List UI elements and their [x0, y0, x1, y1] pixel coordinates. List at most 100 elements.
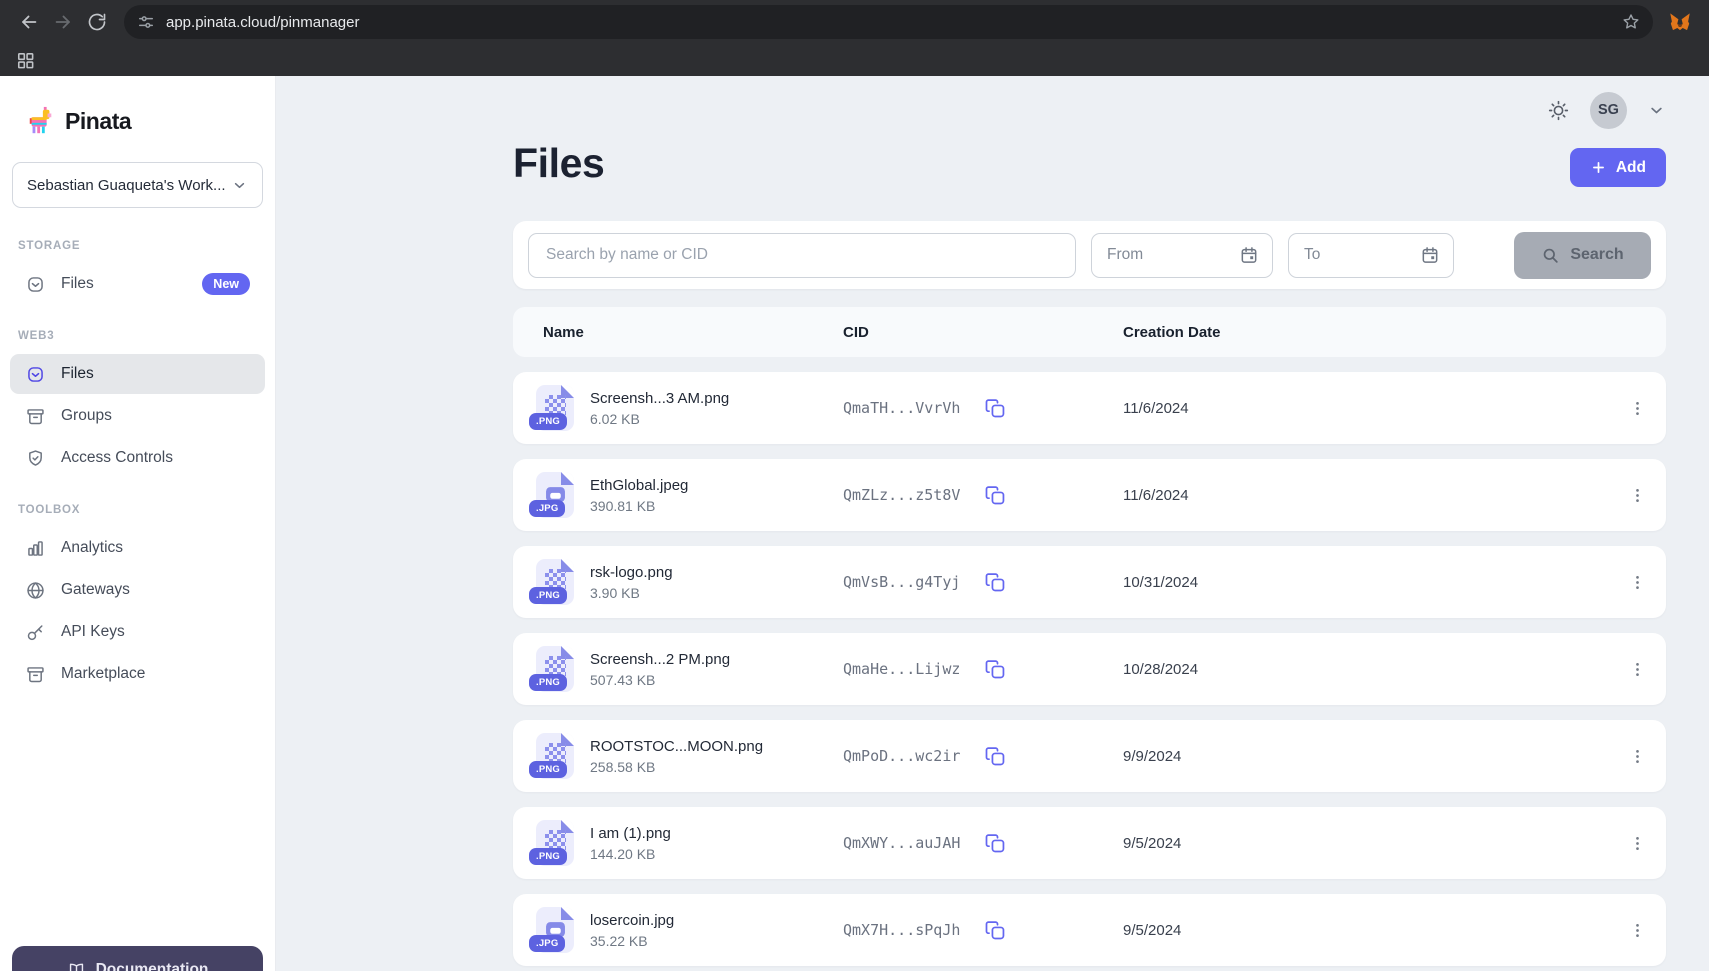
sidebar-item-marketplace[interactable]: Marketplace: [10, 654, 265, 694]
row-menu-button[interactable]: [1622, 654, 1652, 684]
copy-cid-button[interactable]: [984, 397, 1007, 420]
row-menu-button[interactable]: [1622, 915, 1652, 945]
file-list: .PNG Screensh...3 AM.png6.02 KB QmaTH...Vv…: [513, 372, 1666, 966]
copy-icon: [984, 571, 1007, 594]
theme-toggle-button[interactable]: [1547, 99, 1570, 122]
page-title: Files: [513, 140, 604, 187]
url-text[interactable]: app.pinata.cloud/pinmanager: [166, 14, 1607, 31]
bookmarks-bar: [0, 44, 1709, 76]
grid-icon: [16, 51, 35, 70]
archive-icon: [25, 664, 46, 685]
sidebar-item-api-keys[interactable]: API Keys: [10, 612, 265, 652]
inbox-icon: [25, 364, 46, 385]
sidebar-item-label: Groups: [61, 407, 112, 425]
sidebar-item-groups[interactable]: Groups: [10, 396, 265, 436]
column-cid: CID: [843, 324, 1123, 341]
file-extension-badge: .PNG: [529, 674, 567, 691]
file-size: 6.02 KB: [590, 411, 729, 427]
creation-date: 9/9/2024: [1123, 748, 1604, 765]
file-name-block: EthGlobal.jpeg390.81 KB: [590, 477, 688, 514]
cid-cell: QmZLz...z5t8V: [843, 484, 1123, 507]
table-row[interactable]: .PNGrsk-logo.png3.90 KBQmVsB...g4Tyj10/3…: [513, 546, 1666, 618]
from-date-input[interactable]: From: [1091, 233, 1273, 278]
table-header: Name CID Creation Date: [513, 307, 1666, 357]
pinata-logo-icon: [26, 106, 56, 136]
cid-value: QmVsB...g4Tyj: [843, 573, 960, 591]
to-date-input[interactable]: To: [1288, 233, 1454, 278]
cid-value: QmPoD...wc2ir: [843, 747, 960, 765]
brand-name: Pinata: [65, 108, 131, 135]
add-button[interactable]: Add: [1570, 148, 1666, 187]
apps-grid-button[interactable]: [10, 47, 40, 73]
site-settings-icon[interactable]: [136, 12, 156, 32]
sidebar-item-gateways[interactable]: Gateways: [10, 570, 265, 610]
sidebar-item-files[interactable]: Files: [10, 354, 265, 394]
kebab-menu-icon: [1628, 921, 1647, 940]
browser-back-button[interactable]: [12, 5, 46, 39]
sidebar: Pinata Sebastian Guaqueta's Work... STOR…: [0, 76, 276, 971]
file-size: 144.20 KB: [590, 846, 671, 862]
avatar[interactable]: SG: [1590, 92, 1627, 129]
kebab-menu-icon: [1628, 399, 1647, 418]
add-button-label: Add: [1616, 159, 1646, 177]
file-size: 35.22 KB: [590, 933, 674, 949]
file-name: rsk-logo.png: [590, 564, 673, 581]
search-input[interactable]: [528, 233, 1076, 278]
browser-refresh-button[interactable]: [80, 5, 114, 39]
copy-icon: [984, 397, 1007, 420]
sun-icon: [1547, 99, 1570, 122]
copy-icon: [984, 484, 1007, 507]
avatar-initials: SG: [1598, 102, 1619, 118]
row-menu-button[interactable]: [1622, 480, 1652, 510]
row-menu-button[interactable]: [1622, 828, 1652, 858]
workspace-selector[interactable]: Sebastian Guaqueta's Work...: [12, 162, 263, 208]
sidebar-item-label: Files: [61, 365, 94, 383]
copy-cid-button[interactable]: [984, 832, 1007, 855]
cid-value: QmaTH...VvrVh: [843, 399, 960, 417]
sidebar-item-analytics[interactable]: Analytics: [10, 528, 265, 568]
globe-icon: [25, 580, 46, 601]
table-row[interactable]: .JPGEthGlobal.jpeg390.81 KBQmZLz...z5t8V…: [513, 459, 1666, 531]
file-name-block: rsk-logo.png3.90 KB: [590, 564, 673, 601]
copy-cid-button[interactable]: [984, 484, 1007, 507]
table-row[interactable]: .PNGScreensh...2 PM.png507.43 KBQmaHe...…: [513, 633, 1666, 705]
file-name-block: losercoin.jpg35.22 KB: [590, 912, 674, 949]
filter-bar: From To Search: [513, 221, 1666, 289]
copy-cid-button[interactable]: [984, 919, 1007, 942]
file-size: 390.81 KB: [590, 498, 688, 514]
shield-check-icon: [25, 448, 46, 469]
copy-cid-button[interactable]: [984, 745, 1007, 768]
account-menu-button[interactable]: [1647, 101, 1666, 120]
copy-cid-button[interactable]: [984, 658, 1007, 681]
chevron-down-icon: [231, 177, 248, 194]
search-button[interactable]: Search: [1514, 232, 1651, 279]
table-row[interactable]: .PNGI am (1).png144.20 KBQmXWY...auJAH9/…: [513, 807, 1666, 879]
bookmark-star-button[interactable]: [1617, 8, 1645, 36]
new-badge: New: [202, 273, 250, 295]
file-extension-badge: .PNG: [529, 413, 567, 430]
copy-cid-button[interactable]: [984, 571, 1007, 594]
file-type-icon: .PNG: [536, 385, 574, 431]
file-extension-badge: .PNG: [529, 587, 567, 604]
file-name-cell: .JPGEthGlobal.jpeg390.81 KB: [536, 472, 843, 518]
file-name: Screensh...2 PM.png: [590, 651, 730, 668]
row-menu-button[interactable]: [1622, 393, 1652, 423]
inbox-icon: [25, 274, 46, 295]
file-name-block: Screensh...3 AM.png6.02 KB: [590, 390, 729, 427]
table-row[interactable]: .JPGlosercoin.jpg35.22 KBQmX7H...sPqJh9/…: [513, 894, 1666, 966]
table-row[interactable]: .PNG Screensh...3 AM.png6.02 KB QmaTH...Vv…: [513, 372, 1666, 444]
row-menu-button[interactable]: [1622, 567, 1652, 597]
table-row[interactable]: .PNGROOTSTOC...MOON.png258.58 KBQmPoD...…: [513, 720, 1666, 792]
sidebar-item-files-storage[interactable]: FilesNew: [10, 264, 265, 304]
key-icon: [25, 622, 46, 643]
cid-value: QmZLz...z5t8V: [843, 486, 960, 504]
row-menu-button[interactable]: [1622, 741, 1652, 771]
title-row: Files Add: [513, 140, 1666, 187]
workspace-name: Sebastian Guaqueta's Work...: [27, 177, 226, 194]
sidebar-section-label: WEB3: [0, 306, 275, 352]
address-bar[interactable]: app.pinata.cloud/pinmanager: [124, 5, 1653, 39]
sidebar-item-access-controls[interactable]: Access Controls: [10, 438, 265, 478]
metamask-extension-button[interactable]: [1663, 5, 1697, 39]
documentation-button[interactable]: Documentation: [12, 946, 263, 971]
browser-forward-button[interactable]: [46, 5, 80, 39]
